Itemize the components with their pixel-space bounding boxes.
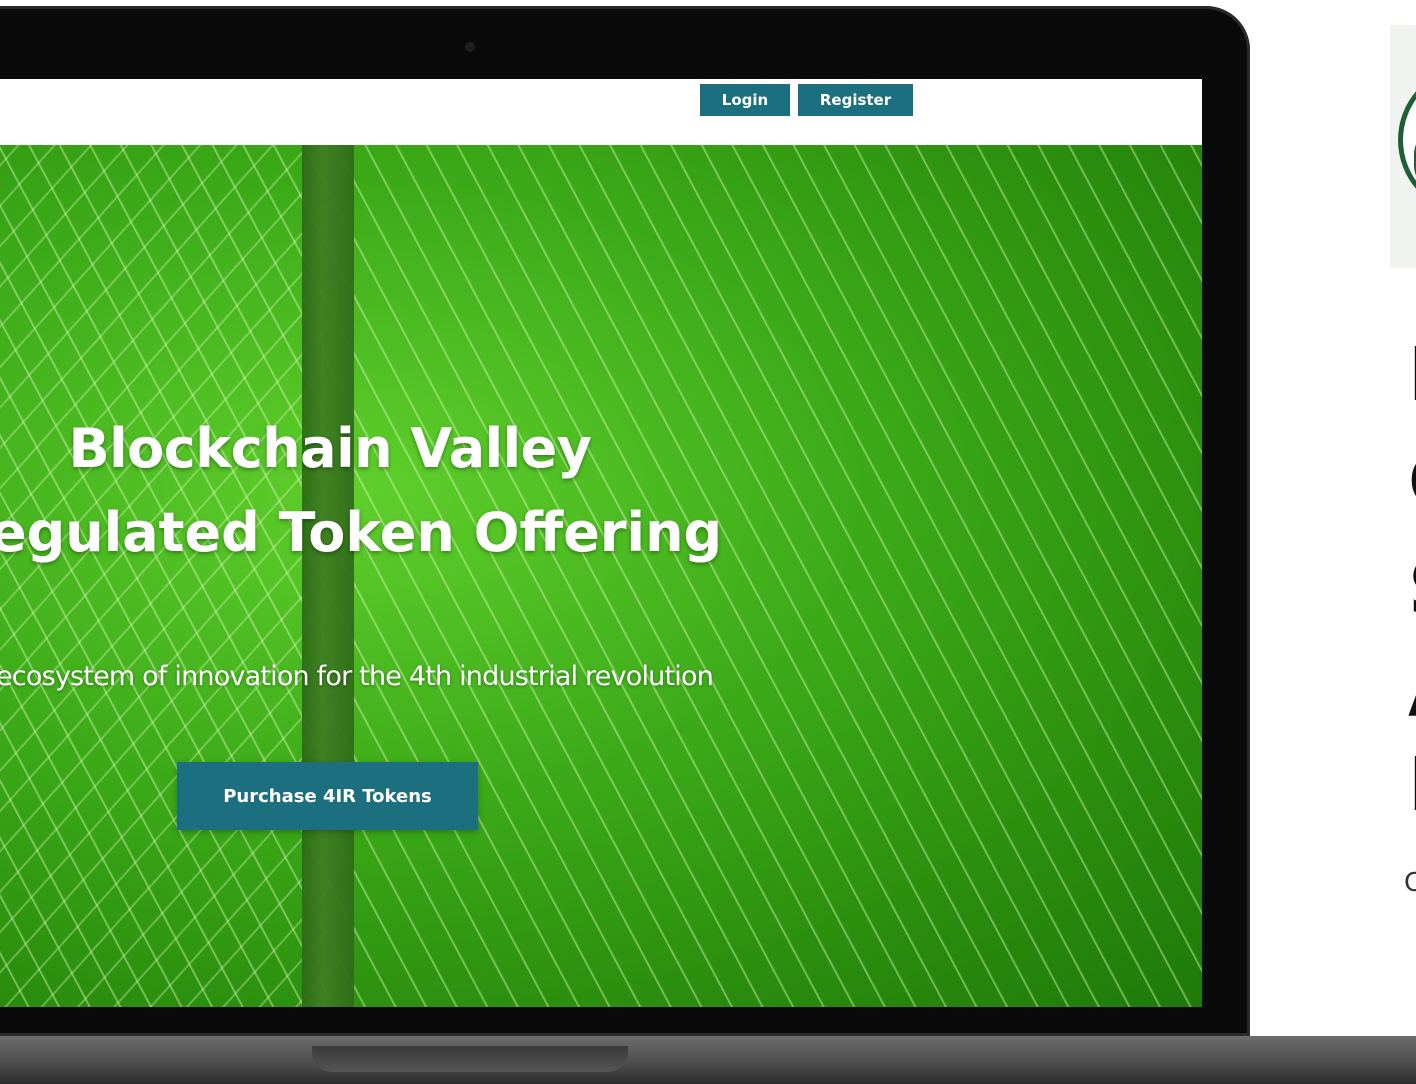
laptop-notch <box>312 1046 628 1072</box>
top-navbar: Login Register <box>0 79 1202 145</box>
hero-tagline: ecosystem of innovation for the 4th indu… <box>0 661 714 692</box>
login-button[interactable]: Login <box>700 84 790 116</box>
laptop-camera <box>465 42 475 52</box>
laptop-base <box>0 1036 1416 1084</box>
logo-panel <box>1390 25 1416 268</box>
side-heading-letter-5: I <box>1408 748 1416 822</box>
side-heading-letter-4: A <box>1408 654 1416 728</box>
side-heading-letter-2: C <box>1408 445 1416 519</box>
side-caption: C <box>1404 868 1416 898</box>
leaf-veins-left <box>0 145 330 1007</box>
laptop-screen: Login Register Blockchain Valley egulate… <box>0 79 1202 1007</box>
hero-section: Blockchain Valley egulated Token Offerin… <box>0 145 1202 1007</box>
logo-emblem-icon <box>1398 65 1416 215</box>
purchase-tokens-button[interactable]: Purchase 4IR Tokens <box>177 762 478 830</box>
side-heading-letter-1: I <box>1408 338 1416 412</box>
hero-subtitle: egulated Token Offering <box>0 501 723 564</box>
leaf-midrib <box>302 145 354 1007</box>
register-button[interactable]: Register <box>798 84 913 116</box>
hero-title: Blockchain Valley <box>68 417 592 480</box>
page-stage: Login Register Blockchain Valley egulate… <box>0 0 1416 1084</box>
side-heading-letter-3: S <box>1408 552 1416 626</box>
